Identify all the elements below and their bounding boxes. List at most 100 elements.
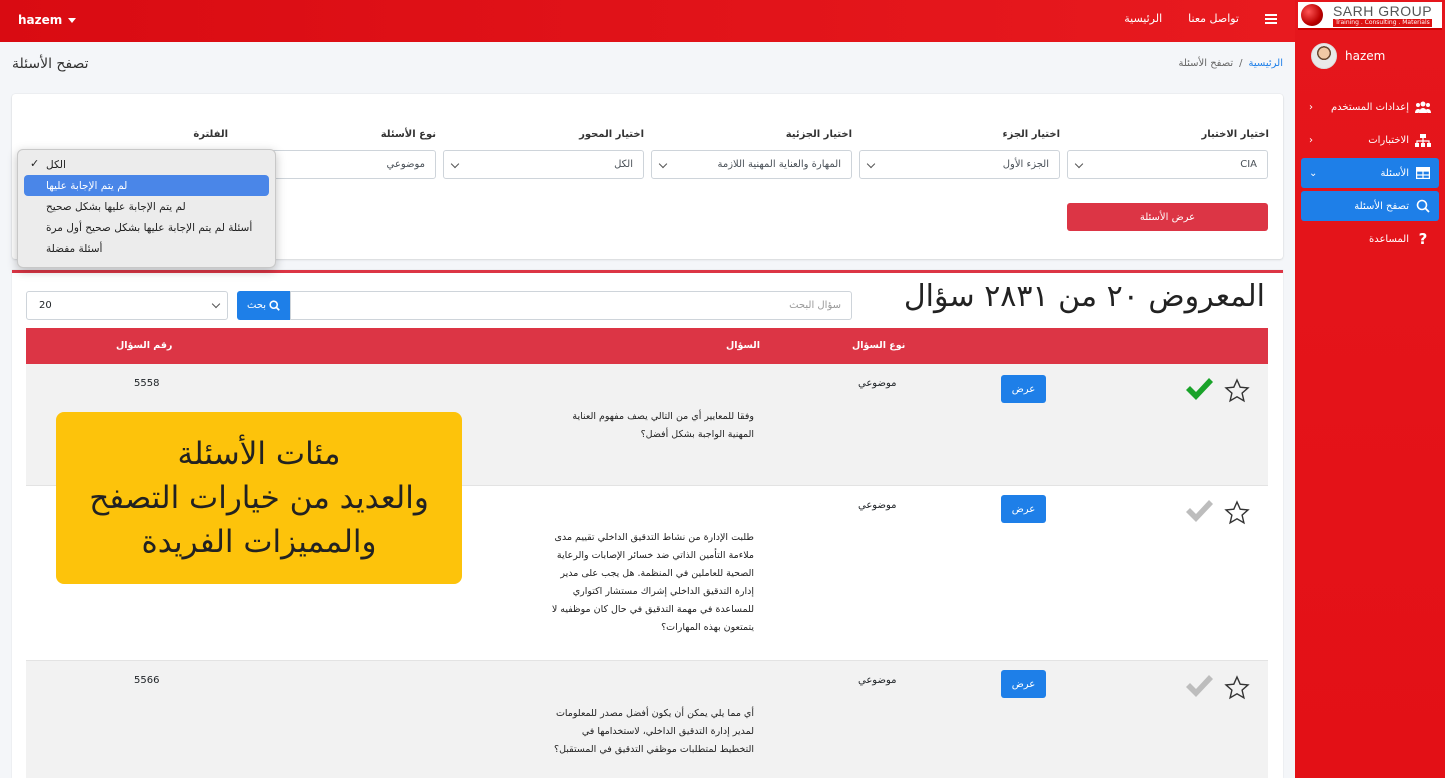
exam-label: اختيار الاختبار bbox=[1201, 129, 1269, 140]
table-icon bbox=[1415, 166, 1431, 180]
user-menu-toggle[interactable]: hazem bbox=[18, 13, 77, 27]
sidebar-item-label: الأسئلة bbox=[1380, 167, 1409, 179]
avatar bbox=[1311, 43, 1337, 69]
search-icon bbox=[1415, 199, 1431, 213]
filter-dropdown-menu: ✓ الكل لم يتم الإجابة عليها لم يتم الإجا… bbox=[17, 149, 276, 268]
view-question-button[interactable]: عرض bbox=[1001, 375, 1046, 403]
chevron-down-icon: ⌄ bbox=[1309, 167, 1318, 179]
promo-line-1: مئات الأسئلة bbox=[177, 436, 341, 472]
page-title: تصفح الأسئلة bbox=[12, 56, 89, 72]
question-type: موضوعي bbox=[858, 500, 897, 511]
search-button-label: بحث bbox=[246, 300, 267, 311]
column-header-type: نوع السؤال bbox=[852, 340, 906, 351]
subpart-label: اختيار الجزئية bbox=[785, 129, 852, 140]
promo-line-2: والعديد من خيارات التصفح bbox=[89, 480, 429, 516]
filter-label: الفلترة bbox=[193, 129, 228, 140]
show-questions-button[interactable]: عرض الأسئلة bbox=[1067, 203, 1268, 231]
breadcrumb-separator: / bbox=[1239, 58, 1243, 69]
sidebar-item-label: إعدادات المستخدم bbox=[1330, 101, 1409, 113]
brand-title: SARH GROUP bbox=[1332, 2, 1433, 19]
per-page-select[interactable]: 20 bbox=[26, 291, 228, 320]
users-icon bbox=[1415, 100, 1431, 114]
dropdown-option-favorites[interactable]: أسئلة مفضلة bbox=[24, 238, 269, 259]
chevron-down-icon bbox=[866, 159, 876, 169]
hamburger-menu-icon[interactable] bbox=[1265, 13, 1277, 24]
search-button[interactable]: بحث bbox=[237, 291, 290, 320]
promo-line-3: والمميزات الفريدة bbox=[141, 524, 377, 560]
question-type: موضوعي bbox=[858, 378, 897, 389]
view-question-button[interactable]: عرض bbox=[1001, 670, 1046, 698]
question-type-select-value: موضوعي bbox=[386, 159, 425, 170]
breadcrumb: الرئيسية / تصفح الأسئلة bbox=[1178, 58, 1283, 69]
brand-logo-link[interactable]: SARH GROUP Training . Consulting . Mater… bbox=[1298, 2, 1442, 30]
subpart-select-value: المهارة والعناية المهنية اللازمة bbox=[717, 159, 841, 170]
dropdown-option-incorrect-first-time[interactable]: أسئلة لم يتم الإجابة عليها بشكل صحيح أول… bbox=[24, 217, 269, 238]
check-icon[interactable] bbox=[1184, 375, 1214, 403]
star-icon[interactable] bbox=[1224, 675, 1250, 701]
check-icon[interactable] bbox=[1184, 672, 1214, 700]
nav-links: تواصل معنا الرئيسية bbox=[1124, 12, 1277, 25]
dropdown-option-label: الكل bbox=[46, 158, 66, 171]
promo-banner: مئات الأسئلة والعديد من خيارات التصفح وا… bbox=[56, 412, 462, 584]
question-text: أي مما يلي يمكن أن يكون أفضل مصدر للمعلو… bbox=[554, 708, 754, 755]
part-select-value: الجزء الأول bbox=[1002, 159, 1049, 170]
dropdown-option-all[interactable]: ✓ الكل bbox=[24, 154, 269, 175]
breadcrumb-home-link[interactable]: الرئيسية bbox=[1249, 58, 1283, 69]
nav-link-contact[interactable]: تواصل معنا bbox=[1188, 12, 1239, 25]
dropdown-option-label: لم يتم الإجابة عليها بشكل صحيح bbox=[46, 200, 186, 213]
subpart-select[interactable]: المهارة والعناية المهنية اللازمة bbox=[651, 150, 852, 179]
axis-select[interactable]: الكل bbox=[443, 150, 644, 179]
table-header: رقم السؤال السؤال نوع السؤال bbox=[26, 328, 1268, 364]
sidebar-item-help[interactable]: ? المساعدة bbox=[1301, 224, 1439, 254]
sidebar-user-name: hazem bbox=[1345, 49, 1386, 63]
table-row: 5566 أي مما يلي يمكن أن يكون أفضل مصدر ل… bbox=[26, 661, 1268, 778]
sidebar: SARH GROUP Training . Consulting . Mater… bbox=[1295, 0, 1445, 778]
chevron-down-icon bbox=[658, 159, 668, 169]
question-icon: ? bbox=[1418, 230, 1428, 248]
dropdown-option-label: لم يتم الإجابة عليها bbox=[46, 179, 128, 192]
sidebar-item-browse-questions[interactable]: تصفح الأسئلة bbox=[1301, 191, 1439, 221]
sidebar-item-label: الاختبارات bbox=[1368, 134, 1409, 146]
per-page-value: 20 bbox=[39, 300, 52, 311]
sidebar-item-label: المساعدة bbox=[1368, 233, 1409, 245]
chevron-down-icon bbox=[1074, 159, 1084, 169]
top-navbar: hazem تواصل معنا الرئيسية bbox=[0, 0, 1295, 42]
dropdown-option-unanswered[interactable]: لم يتم الإجابة عليها bbox=[24, 175, 269, 196]
question-type-label: نوع الأسئلة bbox=[380, 129, 436, 140]
user-name: hazem bbox=[18, 13, 63, 27]
chevron-left-icon: ‹ bbox=[1309, 134, 1313, 146]
part-label: اختيار الجزء bbox=[1002, 129, 1060, 140]
search-input[interactable]: سؤال البحث bbox=[290, 291, 852, 320]
axis-select-value: الكل bbox=[614, 159, 633, 170]
sidebar-item-user-settings[interactable]: إعدادات المستخدم ‹ bbox=[1301, 92, 1439, 122]
part-select[interactable]: الجزء الأول bbox=[859, 150, 1060, 179]
column-header-number: رقم السؤال bbox=[116, 340, 173, 351]
sidebar-item-exams[interactable]: الاختبارات ‹ bbox=[1301, 125, 1439, 155]
breadcrumb-current: تصفح الأسئلة bbox=[1178, 58, 1234, 69]
caret-down-icon bbox=[68, 17, 77, 23]
dropdown-option-incorrect[interactable]: لم يتم الإجابة عليها بشكل صحيح bbox=[24, 196, 269, 217]
checkmark-icon: ✓ bbox=[30, 157, 40, 170]
results-count-heading: المعروض ٢٠ من ٢٨٣١ سؤال bbox=[903, 279, 1265, 314]
question-text: طلبت الإدارة من نشاط التدقيق الداخلي تقي… bbox=[551, 532, 754, 633]
question-text: وفقا للمعايير أي من التالي يصف مفهوم الع… bbox=[572, 411, 754, 440]
chevron-down-icon bbox=[211, 299, 221, 309]
dropdown-option-label: أسئلة لم يتم الإجابة عليها بشكل صحيح أول… bbox=[46, 221, 253, 234]
view-question-button[interactable]: عرض bbox=[1001, 495, 1046, 523]
star-icon[interactable] bbox=[1224, 378, 1250, 404]
sidebar-user-panel[interactable]: hazem bbox=[1311, 43, 1385, 69]
question-number: 5558 bbox=[134, 378, 160, 389]
nav-link-home[interactable]: الرئيسية bbox=[1124, 12, 1162, 25]
dropdown-option-label: أسئلة مفضلة bbox=[46, 242, 103, 255]
sidebar-menu: إعدادات المستخدم ‹ الاختبارات ‹ الأسئلة … bbox=[1301, 92, 1439, 257]
sidebar-item-label: تصفح الأسئلة bbox=[1354, 200, 1409, 212]
check-icon[interactable] bbox=[1184, 497, 1214, 525]
sidebar-item-questions[interactable]: الأسئلة ⌄ bbox=[1301, 158, 1439, 188]
question-type: موضوعي bbox=[858, 675, 897, 686]
star-icon[interactable] bbox=[1224, 500, 1250, 526]
chevron-left-icon: ‹ bbox=[1309, 101, 1313, 113]
exam-select[interactable]: CIA bbox=[1067, 150, 1268, 179]
brand-subtitle: Training . Consulting . Materials bbox=[1333, 18, 1432, 27]
search-placeholder: سؤال البحث bbox=[789, 300, 841, 311]
axis-label: اختيار المحور bbox=[579, 129, 644, 140]
